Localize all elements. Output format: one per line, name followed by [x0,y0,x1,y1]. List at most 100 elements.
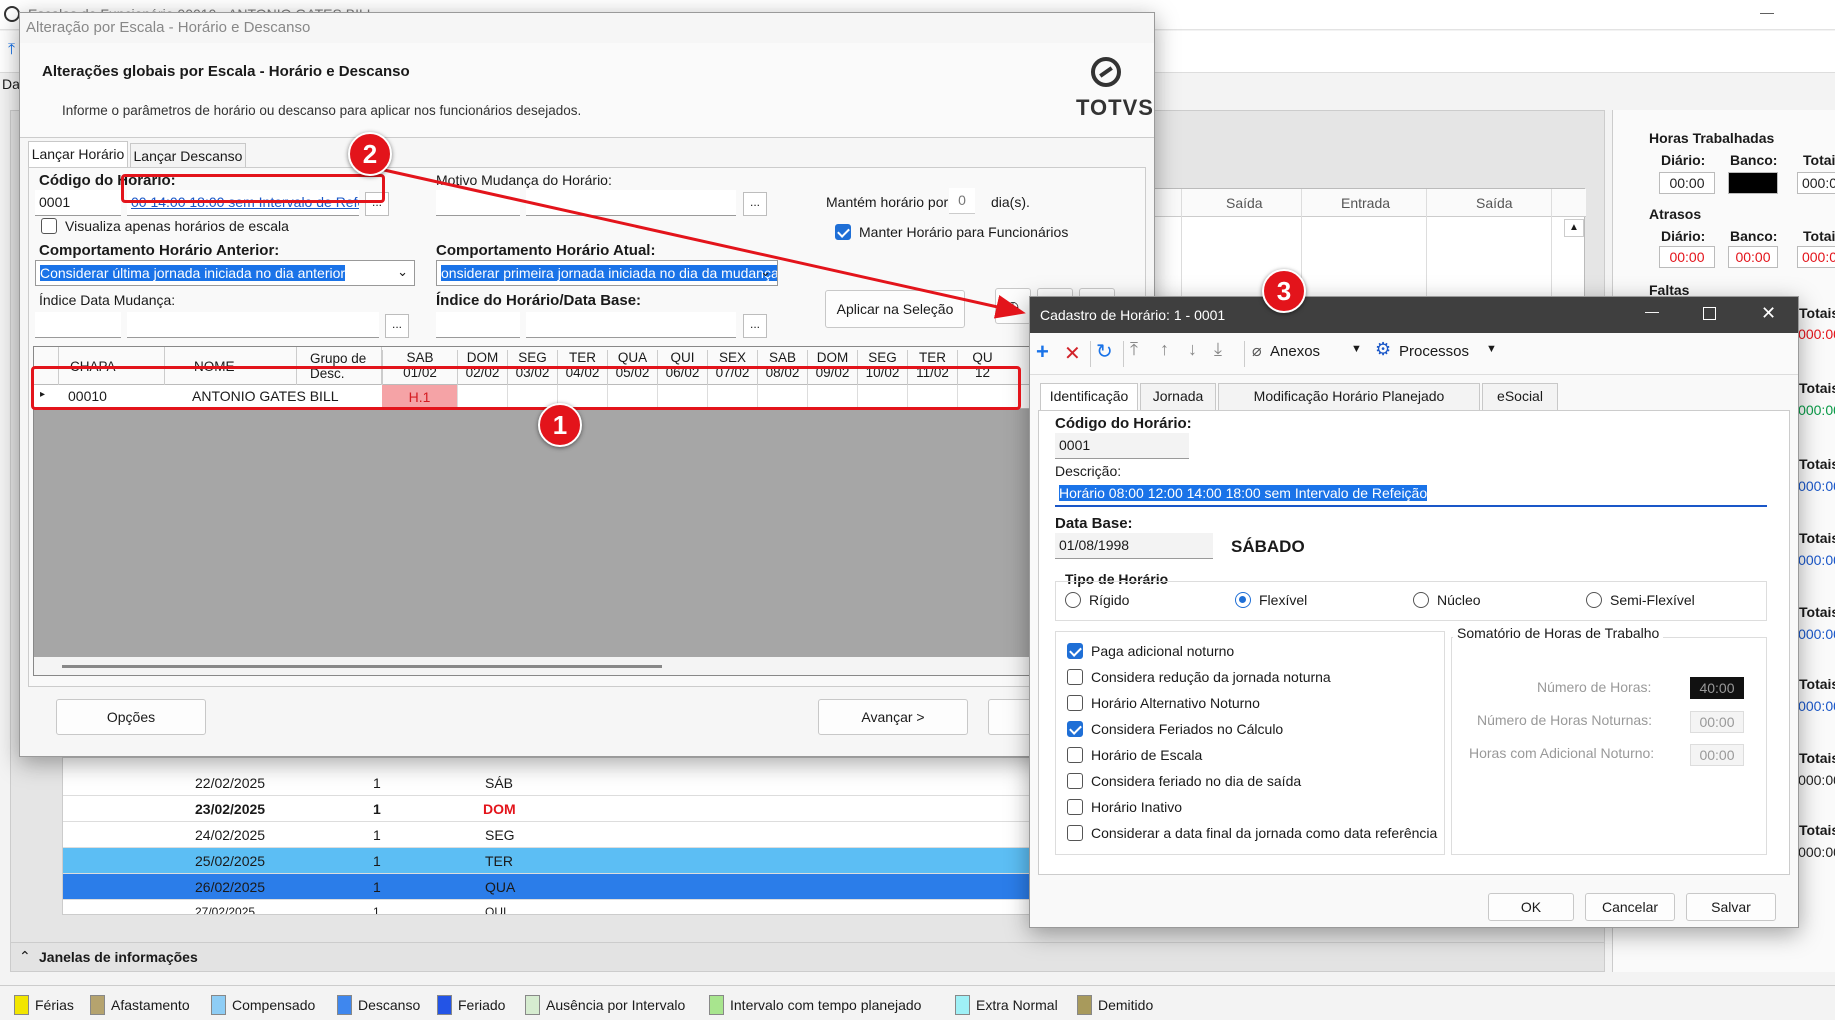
minimize-button[interactable]: — [1760,4,1774,20]
opt-data-final-checkbox[interactable] [1067,825,1083,841]
descricao-label: Descrição: [1055,463,1122,479]
indice-horario-field-1[interactable] [436,312,520,338]
visualiza-label: Visualiza apenas horários de escala [65,218,289,234]
add-icon[interactable]: + [1036,339,1049,365]
mantem-field[interactable]: 0 [949,188,975,214]
opt-escala-checkbox[interactable] [1067,747,1083,763]
paperclip-icon[interactable]: ⌀ [1252,341,1262,361]
close-button[interactable]: ✕ [1761,303,1776,324]
opt-reducao-checkbox[interactable] [1067,669,1083,685]
cadastro-toolbar: + ✕ ↻ ⤒ ↑ ↓ ⤓ ⌀ Anexos ▼ ⚙ Processos ▼ [1030,333,1798,375]
gear-icon[interactable]: ⚙ [1375,339,1391,360]
opt-inativo-label: Horário Inativo [1091,799,1183,815]
indice-data-field-1[interactable] [35,312,121,338]
indice-data-lookup[interactable]: ... [385,314,409,338]
legend-compensado: Compensado [211,993,315,1017]
chevron-up-icon: ⌃ [19,948,31,964]
comp-anterior-select[interactable]: Considerar última jornada iniciada no di… [35,260,415,286]
chevron-down-icon[interactable]: ▼ [1351,343,1362,355]
horas-adicional-label: Horas com Adicional Noturno: [1469,745,1655,761]
grid-hscroll-thumb[interactable] [62,665,662,668]
previous-record-icon[interactable]: ↑ [1160,339,1169,360]
salvar-button[interactable]: Salvar [1686,893,1776,921]
minimize-button[interactable]: — [1645,303,1659,319]
grid-scroll-up[interactable]: ▲ [1564,219,1584,237]
totvs-logo: TOTVS [1076,95,1154,120]
anexos-menu[interactable]: Anexos [1270,343,1320,360]
chevron-down-icon: ⌄ [397,264,408,279]
codigo-field[interactable]: 0001 [35,190,121,216]
annotation-box-codigo [121,174,385,203]
opt-data-final-label: Considerar a data final da jornada como … [1091,825,1438,841]
numero-horas-label: Número de Horas: [1537,679,1652,695]
horas-noturnas-field[interactable]: 00:00 [1690,711,1744,733]
comp-atual-select[interactable]: onsiderar primeira jornada iniciada no d… [436,260,778,286]
schedule-row[interactable]: 23/02/2025 1 DOM [63,796,1031,822]
tipo-nucleo-radio[interactable] [1413,592,1429,608]
ok-button[interactable]: OK [1488,893,1574,921]
opt-alternativo-checkbox[interactable] [1067,695,1083,711]
data-base-field[interactable]: 01/08/1998 [1055,533,1213,559]
cancelar-button[interactable]: Cancelar [1585,893,1675,921]
tab-esocial[interactable]: eSocial [1482,383,1558,411]
tab-lancar-descanso[interactable]: Lançar Descanso [130,143,246,169]
chevron-down-icon[interactable]: ▼ [1486,343,1497,355]
schedule-row[interactable]: 26/02/2025 1 QUA [63,874,1031,900]
legend-demitido: Demitido [1077,993,1153,1017]
indice-data-field-2[interactable] [127,312,379,338]
maximize-button[interactable] [1703,307,1716,320]
motivo-desc-field[interactable] [526,190,736,216]
tab-modificacao[interactable]: Modificação Horário Planejado [1218,383,1480,411]
opt-feriados-label: Considera Feriados no Cálculo [1091,721,1284,737]
cadastro-titlebar: Cadastro de Horário: 1 - 0001 — ✕ [1030,297,1798,333]
first-record-icon[interactable]: ⤒ [1130,339,1138,360]
annotation-marker-1: 1 [538,403,582,447]
codigo-horario-field[interactable]: 0001 [1055,433,1189,459]
tipo-rigido-label: Rígido [1089,592,1130,608]
descricao-field[interactable]: Horário 08:00 12:00 14:00 18:00 sem Inte… [1055,481,1767,507]
legend-intervalo: Intervalo com tempo planejado [709,993,921,1017]
schedule-row[interactable]: 25/02/2025 1 TER [63,848,1031,874]
manter-label: Manter Horário para Funcionários [859,224,1069,240]
annotation-marker-2: 2 [348,132,392,176]
avancar-button[interactable]: Avançar > [818,699,968,735]
next-record-icon[interactable]: ↓ [1188,339,1197,360]
opt-paga-adicional-checkbox[interactable] [1067,643,1083,659]
totvs-logo-icon [1091,57,1121,87]
clock-icon[interactable]: ◷ [995,288,1031,324]
opt-feriados-checkbox[interactable] [1067,721,1083,737]
last-record-icon[interactable]: ⤓ [1214,339,1222,360]
motivo-lookup-button[interactable]: ... [743,192,767,216]
tipo-rigido-radio[interactable] [1065,592,1081,608]
horas-adicional-field[interactable]: 00:00 [1690,744,1744,766]
options-group [1055,631,1445,855]
manter-checkbox[interactable] [835,224,851,240]
schedule-row[interactable]: 24/02/2025 1 SEG [63,822,1031,848]
codigo-horario-label: Código do Horário: [1055,415,1192,432]
tab-jornada[interactable]: Jornada [1140,383,1216,411]
schedule-row[interactable]: 27/02/2025 1 QUI [63,900,1031,914]
schedule-row[interactable]: 22/02/2025 1 SÁB [63,770,1031,796]
legend-afastamento: Afastamento [90,993,190,1017]
tab-lancar-horario[interactable]: Lançar Horário [28,141,128,167]
indice-horario-field-2[interactable] [526,312,736,338]
tipo-semiflex-radio[interactable] [1586,592,1602,608]
numero-horas-field[interactable]: 40:00 [1690,677,1744,699]
legend-descanso: Descanso [337,993,420,1017]
tipo-flexivel-radio[interactable] [1235,592,1251,608]
aplicar-button[interactable]: Aplicar na Seleção [825,290,965,328]
indice-horario-lookup[interactable]: ... [743,314,767,338]
opcoes-button[interactable]: Opções [56,699,206,735]
legend-ausencia: Ausência por Intervalo [525,993,685,1017]
info-panel-header[interactable]: ⌃ Janelas de informações [10,942,1605,972]
tab-content: Código do Horário: 0001 00 14:00 18:00 s… [28,167,1147,687]
pin-icon[interactable]: ⤒ [8,41,15,59]
opt-inativo-checkbox[interactable] [1067,799,1083,815]
refresh-icon[interactable]: ↻ [1096,339,1113,364]
processos-menu[interactable]: Processos [1399,343,1469,360]
tab-identificacao[interactable]: Identificação [1040,383,1138,411]
opt-feriado-saida-checkbox[interactable] [1067,773,1083,789]
motivo-code-field[interactable] [436,190,520,216]
delete-icon[interactable]: ✕ [1064,341,1081,366]
visualiza-checkbox[interactable] [41,218,57,234]
